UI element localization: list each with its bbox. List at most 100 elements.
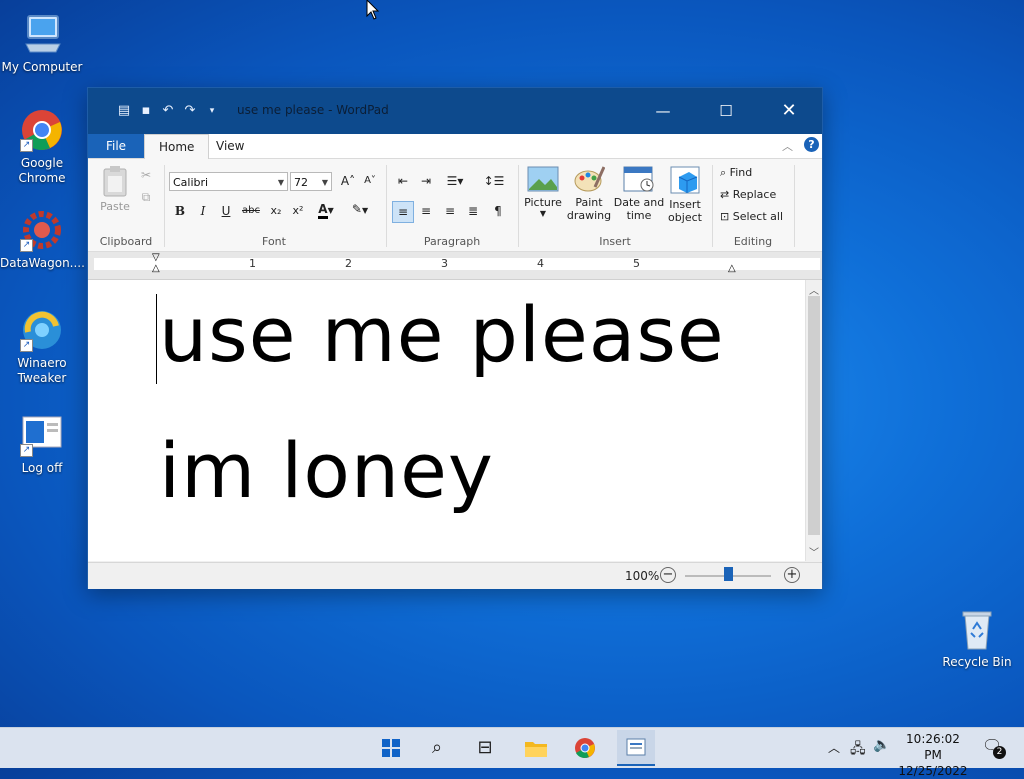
start-button[interactable] [377, 734, 405, 762]
close-button[interactable]: ✕ [766, 88, 812, 134]
zoom-slider-thumb[interactable] [724, 567, 733, 581]
date-time-button[interactable]: Date and time [613, 165, 665, 222]
align-left-icon[interactable]: ≡ [392, 201, 414, 223]
shortcut-arrow-icon: ↗ [20, 444, 33, 457]
desktop-icon-label: My Computer [1, 60, 83, 74]
scroll-up-icon[interactable]: ︿ [806, 282, 822, 297]
bold-button[interactable]: B [170, 201, 190, 221]
document-area[interactable]: use me please im loney [88, 280, 805, 561]
undo-icon[interactable]: ↶ [160, 103, 176, 119]
increase-indent-icon[interactable]: ⇥ [416, 171, 436, 191]
zoom-out-icon[interactable]: − [660, 567, 676, 583]
search-icon[interactable]: ⌕ [423, 734, 451, 762]
paint-drawing-icon [574, 166, 606, 192]
desktop-icon-winaero-tweaker[interactable]: ↗ Winaero Tweaker [0, 308, 84, 386]
maximize-button[interactable]: ☐ [703, 88, 749, 134]
desktop-icon-label: Log off [21, 461, 63, 475]
cut-icon[interactable]: ✂ [136, 165, 156, 185]
replace-button[interactable]: ⇄ Replace [720, 188, 776, 201]
group-label-insert: Insert [599, 235, 631, 248]
collapse-ribbon-icon[interactable]: ︿ [782, 138, 793, 154]
highlight-color-button[interactable]: ✎▼ [346, 199, 374, 219]
desktop-icon-datawagon[interactable]: ↗ DataWagon.... [0, 208, 85, 271]
tab-file[interactable]: File [88, 134, 144, 158]
title-bar[interactable]: ▤ ▪ ↶ ↷ ▾ use me please - WordPad — ☐ ✕ [88, 88, 822, 134]
left-indent-marker[interactable]: △ [152, 263, 160, 274]
right-indent-marker[interactable]: △ [728, 263, 736, 274]
help-icon[interactable]: ? [804, 137, 819, 152]
save-icon[interactable]: ▪ [138, 103, 154, 119]
subscript-button[interactable]: x₂ [266, 201, 286, 221]
clock[interactable]: 10:26:02 PM 12/25/2022 [898, 731, 968, 779]
select-all-button[interactable]: ⊡ Select all [720, 210, 783, 223]
desktop-icon-google-chrome[interactable]: ↗ Google Chrome [0, 108, 84, 186]
font-family-select[interactable]: Calibri ▼ [169, 172, 288, 191]
paint-drawing-button[interactable]: Paint drawing [565, 165, 613, 222]
font-family-value: Calibri [173, 176, 209, 189]
log-off-icon: ↗ [20, 413, 64, 457]
desktop-icon-log-off[interactable]: ↗ Log off [0, 413, 84, 476]
desktop-icon-recycle-bin[interactable]: Recycle Bin [935, 607, 1019, 670]
desktop-icon-my-computer[interactable]: My Computer [0, 12, 84, 75]
shrink-font-icon[interactable]: A˅ [360, 171, 380, 191]
ruler-number: 3 [441, 257, 448, 270]
minimize-button[interactable]: — [640, 88, 686, 134]
ruler-number: 2 [345, 257, 352, 270]
chrome-taskbar-icon[interactable] [571, 734, 599, 762]
chevron-down-icon: ▼ [321, 178, 328, 187]
grow-font-icon[interactable]: A˄ [338, 171, 358, 191]
copy-icon[interactable]: ⧉ [136, 187, 156, 207]
vertical-scrollbar[interactable]: ︿ ﹀ [805, 280, 822, 561]
volume-icon[interactable]: 🔈 [873, 737, 890, 753]
paste-button[interactable]: Paste [98, 165, 132, 213]
italic-button[interactable]: I [193, 201, 213, 221]
text-color-label: A [318, 202, 328, 219]
scrollbar-thumb[interactable] [808, 296, 820, 535]
justify-icon[interactable]: ≣ [463, 201, 483, 221]
desktop-icon-label: Recycle Bin [942, 655, 1012, 669]
task-view-icon[interactable]: ⊟ [471, 734, 499, 762]
shortcut-arrow-icon: ↗ [20, 339, 33, 352]
drawing-label: drawing [566, 209, 612, 222]
wordpad-app-icon[interactable]: ▤ [116, 103, 132, 119]
strikethrough-button[interactable]: abc [241, 201, 261, 221]
network-icon[interactable]: 🖧 [850, 738, 866, 762]
first-line-indent-marker[interactable]: ▽ [152, 252, 160, 263]
object-label: object [668, 211, 702, 224]
notifications-button[interactable]: 🗨 2 [982, 736, 1008, 760]
font-size-select[interactable]: 72 ▼ [290, 172, 332, 191]
insert-object-button[interactable]: Insert object [665, 165, 705, 224]
chevron-down-icon: ▼ [277, 178, 284, 187]
redo-icon[interactable]: ↷ [182, 103, 198, 119]
tab-home[interactable]: Home [144, 134, 210, 159]
document-line: use me please [159, 290, 725, 379]
computer-icon [20, 12, 64, 56]
customize-qat-icon[interactable]: ▾ [204, 103, 220, 119]
wordpad-window: ▤ ▪ ↶ ↷ ▾ use me please - WordPad — ☐ ✕ … [87, 87, 823, 589]
ruler-number: 4 [537, 257, 544, 270]
find-button[interactable]: ⌕ Find [720, 166, 752, 180]
text-color-button[interactable]: A▼ [313, 199, 339, 219]
wordpad-taskbar-icon[interactable] [617, 730, 655, 766]
group-label-editing: Editing [733, 235, 773, 248]
line-spacing-icon[interactable]: ↕☰ [480, 171, 508, 191]
document-line: im loney [159, 426, 494, 515]
align-center-icon[interactable]: ≡ [416, 201, 436, 221]
quick-access-toolbar: ▤ ▪ ↶ ↷ ▾ [116, 103, 220, 119]
file-explorer-icon[interactable] [522, 734, 550, 762]
bullets-icon[interactable]: ☰▾ [441, 171, 469, 191]
gear-icon: ↗ [20, 208, 64, 252]
picture-button[interactable]: Picture ▼ [523, 165, 563, 218]
scroll-down-icon[interactable]: ﹀ [806, 544, 822, 559]
ruler[interactable]: ▽ △ △ 1 2 3 4 5 [88, 252, 822, 280]
underline-button[interactable]: U [216, 201, 236, 221]
align-right-icon[interactable]: ≡ [440, 201, 460, 221]
select-all-label: Select all [732, 210, 784, 223]
paragraph-icon[interactable]: ¶ [488, 201, 508, 221]
tab-view[interactable]: View [202, 134, 258, 158]
decrease-indent-icon[interactable]: ⇤ [393, 171, 413, 191]
zoom-in-icon[interactable]: + [784, 567, 800, 583]
show-hidden-icons-icon[interactable]: ︿ [828, 739, 840, 756]
superscript-button[interactable]: x² [288, 201, 308, 221]
desktop-icon-label: Google Chrome [18, 156, 66, 185]
